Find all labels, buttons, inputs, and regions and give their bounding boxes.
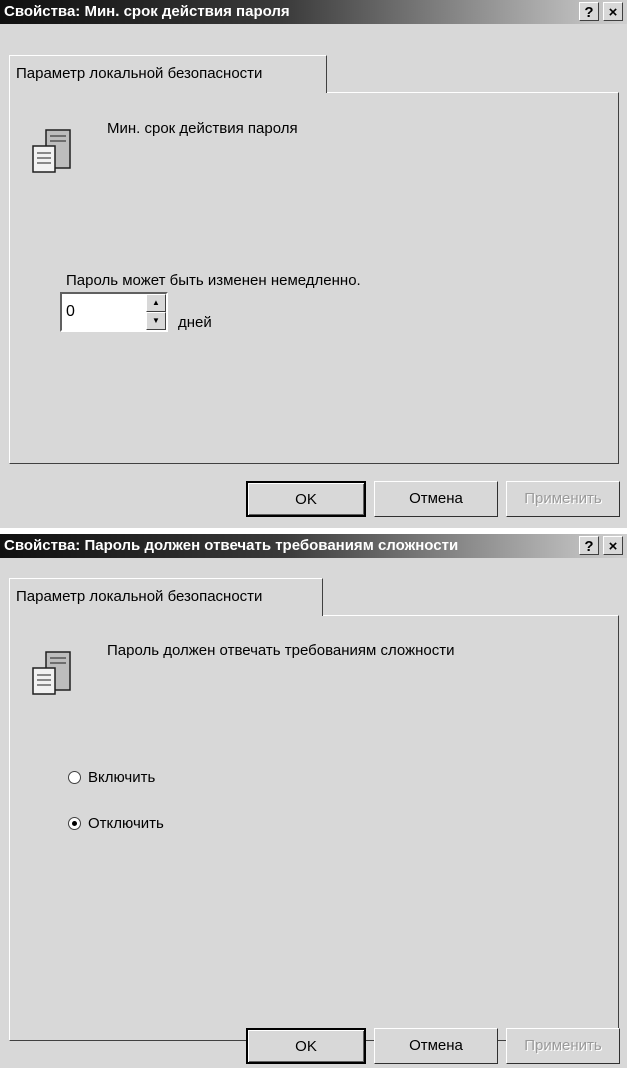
close-button[interactable]: × bbox=[603, 536, 623, 555]
spin-down-arrow-icon[interactable]: ▼ bbox=[146, 312, 166, 330]
policy-description: Пароль может быть изменен немедленно. bbox=[66, 272, 361, 289]
apply-button[interactable]: Применить bbox=[506, 481, 620, 517]
radio-enable[interactable]: Включить bbox=[68, 769, 155, 786]
tab-local-security-setting[interactable]: Параметр локальной безопасности bbox=[9, 578, 323, 616]
radio-disable-label: Отключить bbox=[88, 815, 164, 832]
radio-circle bbox=[68, 771, 81, 784]
ok-button[interactable]: OK bbox=[246, 481, 366, 517]
help-button[interactable]: ? bbox=[579, 2, 599, 21]
policy-name: Мин. срок действия пароля bbox=[107, 120, 298, 137]
cancel-button[interactable]: Отмена bbox=[374, 481, 498, 517]
close-button[interactable]: × bbox=[603, 2, 623, 21]
tab-local-security-setting[interactable]: Параметр локальной безопасности bbox=[9, 55, 327, 93]
spin-up-arrow-icon[interactable]: ▲ bbox=[146, 294, 166, 312]
cancel-button[interactable]: Отмена bbox=[374, 1028, 498, 1064]
radio-circle-selected bbox=[68, 817, 81, 830]
radio-disable[interactable]: Отключить bbox=[68, 815, 164, 832]
dialog-password-complexity: Свойства: Пароль должен отвечать требова… bbox=[0, 534, 627, 1068]
ok-button[interactable]: OK bbox=[246, 1028, 366, 1064]
spin-buttons: ▲ ▼ bbox=[146, 294, 166, 330]
unit-label: дней bbox=[178, 314, 212, 331]
title-bar[interactable]: Свойства: Мин. срок действия пароля ? × bbox=[0, 0, 627, 24]
policy-document-icon bbox=[32, 129, 71, 173]
policy-name: Пароль должен отвечать требованиям сложн… bbox=[107, 642, 455, 659]
policy-document-icon bbox=[32, 651, 71, 695]
apply-button[interactable]: Применить bbox=[506, 1028, 620, 1064]
title-bar[interactable]: Свойства: Пароль должен отвечать требова… bbox=[0, 534, 627, 558]
radio-enable-label: Включить bbox=[88, 769, 156, 786]
window-title: Свойства: Пароль должен отвечать требова… bbox=[4, 537, 459, 554]
window-title: Свойства: Мин. срок действия пароля bbox=[4, 3, 290, 20]
help-button[interactable]: ? bbox=[579, 536, 599, 555]
dialog-min-password-age: Свойства: Мин. срок действия пароля ? × … bbox=[0, 0, 627, 528]
